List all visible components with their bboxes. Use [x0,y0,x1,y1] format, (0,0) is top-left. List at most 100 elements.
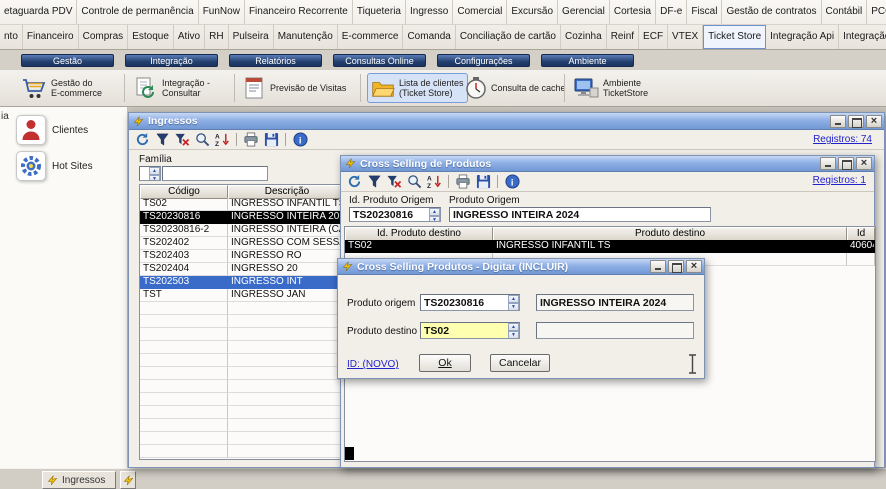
taskbar-tab-ingressos[interactable]: Ingressos [42,471,116,489]
empty-row[interactable] [140,302,346,315]
spinner-control[interactable]: ▲▼ [508,295,519,310]
empty-row[interactable] [140,328,346,341]
ribbon-tab-relatorios[interactable]: Relatórios [229,54,322,67]
close-button[interactable] [856,157,872,170]
menu-item-e-commerce[interactable]: E-commerce [338,25,404,49]
maximize-button[interactable] [838,157,854,170]
menu-item-funnow[interactable]: FunNow [199,0,245,24]
menu-item-financeiro-recorrente[interactable]: Financeiro Recorrente [245,0,353,24]
shortcut-consulta-de-cache[interactable]: Consulta de cache [462,73,569,103]
table-row[interactable]: TS02INGRESSO INFANTIL TS [140,198,346,211]
filter-clear-button[interactable] [173,131,191,148]
table-row[interactable]: TS20230816INGRESSO INTEIRA 2024 [140,211,346,224]
menu-item-fiscal[interactable]: Fiscal [687,0,722,24]
menu-item-etaguarda-pdv[interactable]: etaguarda PDV [0,0,77,24]
spinner-control[interactable]: ▲▼ [508,323,519,338]
spinner-control[interactable]: ▲▼ [429,208,440,221]
save-button[interactable] [474,173,492,190]
sort-button[interactable]: AZ [425,173,443,190]
minimize-button[interactable] [830,115,846,128]
id-novo-link[interactable]: ID: (NOVO) [347,359,399,370]
produto-origem-field[interactable]: INGRESSO INTEIRA 2024 [449,207,711,222]
shortcut-previsao-de-visitas[interactable]: Previsão de Visitas [241,73,349,103]
menu-item-pco[interactable]: PCO [867,0,886,24]
menu-item-manutencao[interactable]: Manutenção [274,25,338,49]
ingressos-grid[interactable]: CódigoDescriçãoTS02INGRESSO INFANTIL TST… [139,184,347,460]
menu-item-rh[interactable]: RH [205,25,228,49]
sidebar-item-hot-sites[interactable]: Hot Sites [16,151,93,181]
menu-item-gestao-de-contratos[interactable]: Gestão de contratos [722,0,821,24]
familia-spin-edit[interactable]: ▲▼ [139,166,161,181]
column-header-id-produto-destino[interactable]: Id. Produto destino [345,227,493,241]
menu-item-integracao-api[interactable]: Integração Api [766,25,839,49]
records-count-link[interactable]: Registros: 74 [813,134,872,145]
menu-item-compras[interactable]: Compras [79,25,129,49]
cancel-button[interactable]: Cancelar [490,354,550,372]
taskbar-mini-button[interactable] [120,471,136,489]
shortcut-integracao-consultar[interactable]: Integração -Consultar [131,73,213,103]
menu-item-ingresso[interactable]: Ingresso [406,0,453,24]
maximize-button[interactable] [668,260,684,273]
info-button[interactable]: i [503,173,521,190]
menu-item-conciliacao-de-cartao[interactable]: Conciliação de cartão [456,25,561,49]
close-button[interactable] [866,115,882,128]
records-count-link[interactable]: Registros: 1 [813,175,866,186]
dialog-titlebar[interactable]: Cross Selling Produtos - Digitar (INCLUI… [338,259,704,275]
table-row[interactable]: TS202503INGRESSO INT [140,276,346,289]
print-button[interactable] [242,131,260,148]
ribbon-tab-configuracoes[interactable]: Configurações [437,54,530,67]
menu-item-controle-de-permanencia[interactable]: Controle de permanência [77,0,198,24]
produto-destino-code-field[interactable]: TS02 ▲▼ [420,322,520,339]
menu-item-comanda[interactable]: Comanda [403,25,455,49]
ribbon-tab-ambiente[interactable]: Ambiente [541,54,634,67]
menu-item-ecf[interactable]: ECF [639,25,668,49]
shortcut-ambiente-ticketstore[interactable]: AmbienteTicketStore [570,73,651,103]
produto-origem-code-field[interactable]: TS20230816 ▲▼ [420,294,520,311]
menu-item-tiqueteria[interactable]: Tiqueteria [353,0,406,24]
ribbon-tab-consultas-online[interactable]: Consultas Online [333,54,426,67]
sort-button[interactable]: AZ [213,131,231,148]
ribbon-tab-integracao[interactable]: Integração [125,54,218,67]
sidebar-icon-button[interactable] [16,151,46,181]
menu-item-pulseira[interactable]: Pulseira [229,25,274,49]
zoom-button[interactable] [405,173,423,190]
refresh-button[interactable] [345,173,363,190]
empty-row[interactable] [140,380,346,393]
menu-item-estoque[interactable]: Estoque [128,25,174,49]
ribbon-tab-gestao[interactable]: Gestão [21,54,114,67]
filter-button[interactable] [153,131,171,148]
ok-button[interactable]: Ok [419,354,471,372]
menu-item-reinf[interactable]: Reinf [607,25,639,49]
menu-item-excursao[interactable]: Excursão [507,0,558,24]
column-header-produto-destino[interactable]: Produto destino [493,227,847,241]
sidebar-item-clientes[interactable]: Clientes [16,115,88,145]
minimize-button[interactable] [820,157,836,170]
id-produto-origem-field[interactable]: TS20230816 ▲▼ [349,207,441,222]
menu-item-vtex[interactable]: VTEX [668,25,703,49]
table-row[interactable]: TS202404INGRESSO 20 [140,263,346,276]
empty-row[interactable] [140,354,346,367]
menu-item-ticket-store[interactable]: Ticket Store [703,25,766,49]
table-row[interactable]: TS202402INGRESSO COM SESSÃO DO TICKE [140,237,346,250]
shortcut-lista-de-clientes-ticket-store[interactable]: Lista de clientes(Ticket Store) [367,73,468,103]
menu-item-financeiro[interactable]: Financeiro [23,25,79,49]
empty-row[interactable] [140,432,346,445]
menu-item-gerencial[interactable]: Gerencial [558,0,610,24]
filter-clear-button[interactable] [385,173,403,190]
column-header-descricao[interactable]: Descrição [228,185,346,199]
cross-selling-titlebar[interactable]: Cross Selling de Produtos [341,156,874,172]
empty-row[interactable] [140,406,346,419]
sidebar-icon-button[interactable] [16,115,46,145]
familia-input[interactable] [162,166,268,181]
empty-row[interactable] [140,419,346,432]
info-button[interactable]: i [291,131,309,148]
menu-item-df-e[interactable]: DF-e [656,0,687,24]
ingressos-titlebar[interactable]: Ingressos [129,113,884,130]
empty-row[interactable] [140,393,346,406]
minimize-button[interactable] [650,260,666,273]
menu-item-contabil[interactable]: Contábil [822,0,868,24]
save-button[interactable] [262,131,280,148]
table-row[interactable]: TS202403INGRESSO RO [140,250,346,263]
menu-item-nto[interactable]: nto [0,25,23,49]
menu-item-integracao-bling[interactable]: Integração Bling [839,25,886,49]
